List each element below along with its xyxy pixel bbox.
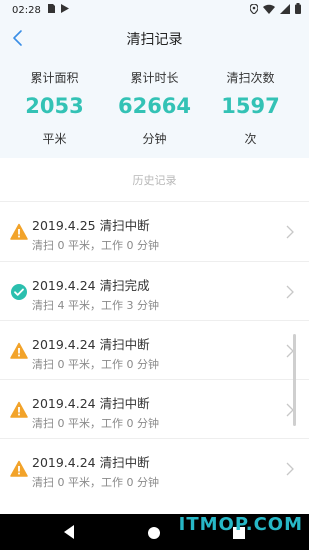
nav-back-button[interactable]	[62, 524, 76, 544]
play-store-icon	[60, 4, 69, 16]
watermark-logo: ITMOP.COM	[178, 514, 303, 535]
history-item-detail: 清扫 0 平米，工作 0 分钟	[32, 358, 159, 371]
history-item[interactable]: 2019.4.25 清扫中断 清扫 0 平米，工作 0 分钟	[0, 201, 309, 260]
chevron-right-icon	[285, 224, 295, 240]
stat-unit: 分钟	[142, 132, 167, 146]
warning-icon	[10, 342, 28, 360]
warning-icon	[10, 401, 28, 419]
location-icon	[249, 2, 259, 17]
history-item-title: 2019.4.24 清扫完成	[32, 278, 150, 293]
signal-icon	[280, 3, 290, 17]
app-header: 清扫记录	[0, 20, 309, 56]
stat-label: 累计面积	[30, 71, 79, 85]
history-item-detail: 清扫 0 平米，工作 0 分钟	[32, 239, 159, 252]
chevron-right-icon	[285, 284, 295, 300]
history-item-detail: 清扫 4 平米，工作 3 分钟	[32, 299, 159, 312]
check-icon	[10, 283, 28, 301]
stats-panel: 累计面积 2053 平米 累计时长 62664 分钟 清扫次数 1597 次	[0, 56, 309, 158]
stat-label: 清扫次数	[226, 71, 275, 85]
status-time: 02:28	[12, 4, 41, 16]
triangle-back-icon	[64, 525, 74, 539]
circle-home-icon	[148, 527, 160, 539]
sd-card-icon	[47, 4, 55, 16]
stat-value: 2053	[25, 94, 84, 118]
history-item-title: 2019.4.25 清扫中断	[32, 218, 150, 233]
stat-label: 累计时长	[130, 71, 179, 85]
history-item[interactable]: 2019.4.24 清扫中断 清扫 0 平米，工作 0 分钟	[0, 379, 309, 438]
status-bar: 02:28	[0, 0, 309, 20]
history-item-title: 2019.4.24 清扫中断	[32, 455, 150, 470]
history-section-title: 历史记录	[132, 174, 177, 187]
battery-icon	[295, 3, 301, 17]
history-item[interactable]: 2019.4.24 清扫中断 清扫 0 平米，工作 0 分钟	[0, 438, 309, 497]
list-scrollbar[interactable]	[293, 334, 296, 426]
chevron-right-icon	[285, 461, 295, 477]
history-item[interactable]: 2019.4.24 清扫中断 清扫 0 平米，工作 0 分钟	[0, 320, 309, 379]
stat-value: 1597	[221, 94, 280, 118]
history-item-title: 2019.4.24 清扫中断	[32, 337, 150, 352]
warning-icon	[10, 223, 28, 241]
stat-unit: 平米	[42, 132, 67, 146]
stat-unit: 次	[244, 132, 257, 146]
nav-home-button[interactable]	[147, 525, 161, 544]
history-item-detail: 清扫 0 平米，工作 0 分钟	[32, 476, 159, 489]
page-title: 清扫记录	[126, 32, 183, 48]
history-item[interactable]: 2019.4.24 清扫完成 清扫 4 平米，工作 3 分钟	[0, 261, 309, 320]
wifi-icon	[263, 4, 275, 17]
warning-icon	[10, 460, 28, 478]
history-item-title: 2019.4.24 清扫中断	[32, 396, 150, 411]
history-item-detail: 清扫 0 平米，工作 0 分钟	[32, 417, 159, 430]
stat-value: 62664	[117, 94, 192, 118]
